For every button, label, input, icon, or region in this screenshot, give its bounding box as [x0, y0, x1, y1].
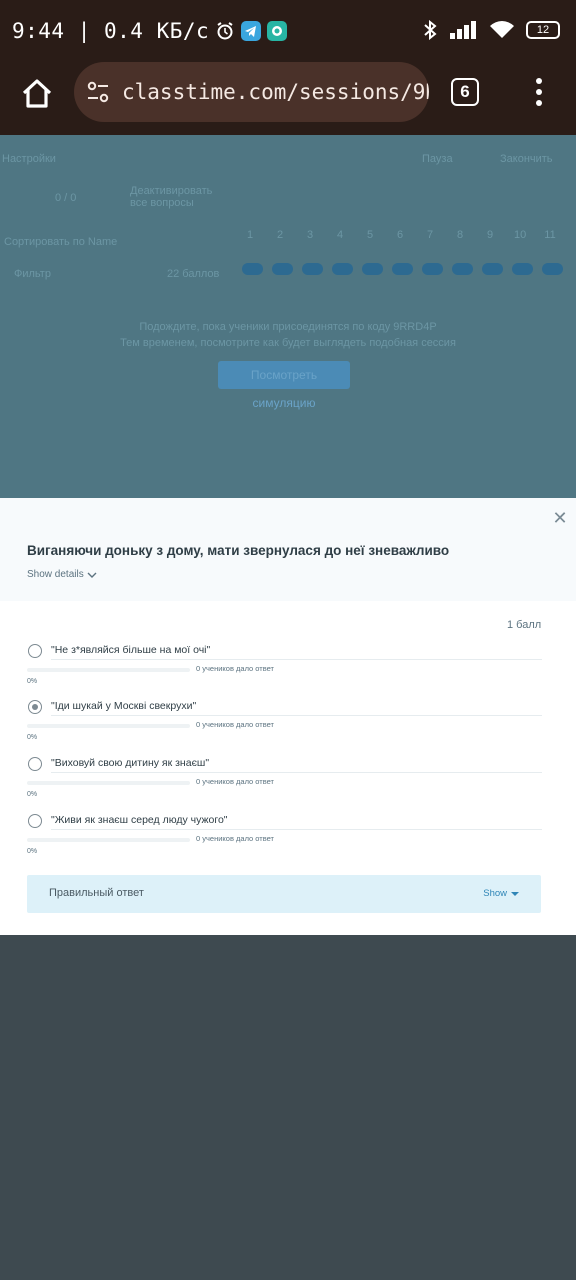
question-number: 4	[336, 229, 344, 241]
correct-answer-panel[interactable]: Правильный ответ Show	[27, 875, 541, 913]
time-speed: 9:44 | 0.4 КБ/с	[12, 19, 210, 43]
question-number: 10	[514, 229, 527, 241]
sort-select: Сортировать по Name	[4, 236, 118, 248]
question-toggle	[272, 263, 293, 275]
address-bar[interactable]: classtime.com/sessions/9RRD'	[74, 62, 429, 122]
question-toggle	[392, 263, 413, 275]
answer-option[interactable]: "Не з*являйся більше на мої очі" 0 ученик…	[27, 644, 542, 696]
show-details-toggle[interactable]: Show details	[27, 569, 97, 580]
question-toggle	[482, 263, 503, 275]
tab-switcher-button[interactable]: 6	[451, 78, 479, 106]
option-text: "Не з*являйся більше на мої очі"	[51, 644, 211, 656]
question-toggle	[512, 263, 533, 275]
response-bar	[27, 668, 190, 672]
radio-button[interactable]	[28, 757, 42, 771]
close-icon[interactable]: ✕	[552, 509, 568, 527]
question-toggles	[242, 263, 563, 275]
question-title: Виганяючи доньку з дому, мати звернулася…	[27, 543, 450, 558]
question-number: 8	[456, 229, 464, 241]
pause-button: Пауза	[422, 153, 453, 165]
question-toggle	[242, 263, 263, 275]
more-menu-icon[interactable]	[534, 78, 544, 108]
radio-button[interactable]	[28, 644, 42, 658]
response-percent: 0%	[27, 848, 38, 855]
wifi-icon	[490, 21, 514, 38]
students-online: 0 / 0	[55, 192, 77, 204]
response-count: 0 учеников дало ответ	[196, 777, 274, 786]
settings-link: Настройки	[2, 153, 56, 165]
question-toggle	[542, 263, 563, 275]
response-count: 0 учеников дало ответ	[196, 720, 274, 729]
show-details-label: Show details	[27, 569, 84, 580]
modal-header: ✕ Виганяючи доньку з дому, мати звернула…	[0, 498, 576, 601]
response-bar	[27, 838, 190, 842]
answer-option[interactable]: "Іди шукай у Москві свекрухи" 0 учеников …	[27, 700, 542, 752]
filter-select: Фильтр	[14, 268, 51, 280]
response-bar	[27, 724, 190, 728]
response-percent: 0%	[27, 678, 38, 685]
deactivate-all: Деактивировать все вопросы	[130, 185, 213, 209]
battery-icon: 12	[526, 21, 560, 39]
question-toggle	[452, 263, 473, 275]
waiting-subtext: Тем временем, посмотрите как будет выгля…	[120, 337, 456, 349]
show-answer-label: Show	[483, 888, 507, 899]
home-icon[interactable]	[18, 75, 56, 113]
response-bar	[27, 781, 190, 785]
background-page: Настройки Пауза Закончить 0 / 0 Деактиви…	[0, 135, 576, 500]
question-number: 3	[306, 229, 314, 241]
browser-toolbar: classtime.com/sessions/9RRD' 6	[0, 62, 576, 135]
response-count: 0 учеников дало ответ	[196, 834, 274, 843]
radio-button[interactable]	[28, 700, 42, 714]
points-select: 22 баллов	[167, 268, 220, 280]
app-icon	[267, 21, 288, 41]
question-toggle	[362, 263, 383, 275]
question-numbers: 1 2 3 4 5 6 7 8 9 10 11	[244, 229, 556, 241]
caret-down-icon	[511, 891, 519, 896]
preview-simulation-button: Посмотреть симуляцию	[218, 361, 350, 410]
signal-icon	[450, 21, 476, 39]
radio-button[interactable]	[28, 814, 42, 828]
question-number: 7	[426, 229, 434, 241]
divider	[51, 659, 542, 660]
question-number: 5	[366, 229, 374, 241]
waiting-text: Подождите, пока ученики присоединятся по…	[139, 321, 437, 333]
question-toggle	[302, 263, 323, 275]
question-toggle	[422, 263, 443, 275]
question-number: 9	[486, 229, 494, 241]
telegram-icon	[241, 21, 262, 41]
question-results-modal: ✕ Виганяючи доньку з дому, мати звернула…	[0, 498, 576, 935]
correct-answer-label: Правильный ответ	[49, 887, 144, 899]
question-number: 1	[246, 229, 254, 241]
site-settings-icon[interactable]	[86, 80, 110, 104]
url-text: classtime.com/sessions/9RRD'	[122, 80, 429, 104]
alarm-icon	[217, 22, 233, 40]
question-number: 11	[544, 229, 556, 241]
divider	[51, 772, 542, 773]
chevron-down-icon	[87, 572, 97, 578]
option-text: "Іди шукай у Москві свекрухи"	[51, 700, 197, 712]
response-percent: 0%	[27, 791, 38, 798]
answer-option[interactable]: "Живи як знаєш серед люду чужого" 0 учени…	[27, 814, 542, 866]
option-text: "Живи як знаєш серед люду чужого"	[51, 814, 228, 826]
divider	[51, 829, 542, 830]
response-count: 0 учеников дало ответ	[196, 664, 274, 673]
question-score: 1 балл	[507, 619, 542, 631]
question-number: 2	[276, 229, 284, 241]
option-text: "Виховуй свою дитину як знаєш"	[51, 757, 210, 769]
bluetooth-icon	[424, 20, 437, 40]
response-percent: 0%	[27, 734, 38, 741]
show-answer-button[interactable]: Show	[483, 888, 519, 899]
status-bar: 9:44 | 0.4 КБ/с 12	[0, 0, 576, 62]
answer-option[interactable]: "Виховуй свою дитину як знаєш" 0 учеников…	[27, 757, 542, 809]
question-toggle	[332, 263, 353, 275]
finish-button: Закончить	[500, 153, 553, 165]
divider	[51, 715, 542, 716]
question-number: 6	[396, 229, 404, 241]
